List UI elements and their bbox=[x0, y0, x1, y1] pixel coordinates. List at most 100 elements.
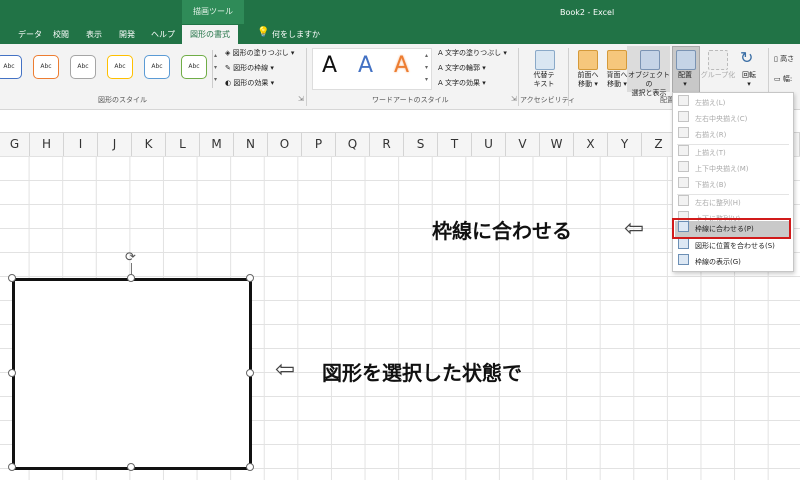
column-header[interactable]: Z bbox=[642, 133, 676, 156]
column-header[interactable]: V bbox=[506, 133, 540, 156]
column-header[interactable]: T bbox=[438, 133, 472, 156]
align-icon bbox=[676, 50, 696, 70]
column-header[interactable]: P bbox=[302, 133, 336, 156]
menu-item-align-left[interactable]: 左揃え(L) bbox=[675, 95, 791, 111]
tab-shape-format[interactable]: 図形の書式 bbox=[182, 25, 238, 44]
resize-handle[interactable] bbox=[246, 369, 254, 377]
align-menu: 左揃え(L) 左右中央揃え(C) 右揃え(R) 上揃え(T) 上下中央揃え(M)… bbox=[672, 92, 794, 272]
resize-handle[interactable] bbox=[127, 463, 135, 471]
send-backward-icon bbox=[607, 50, 627, 70]
group-separator bbox=[518, 48, 519, 106]
resize-handle[interactable] bbox=[127, 274, 135, 282]
menu-item-view-gridlines[interactable]: 枠線の表示(G) bbox=[675, 254, 791, 270]
distribute-horizontal-icon bbox=[678, 195, 689, 206]
column-header[interactable]: R bbox=[370, 133, 404, 156]
dialog-launcher-icon[interactable]: ⇲ bbox=[298, 95, 304, 103]
menu-item-align-center[interactable]: 左右中央揃え(C) bbox=[675, 111, 791, 127]
group-button[interactable]: グループ化 bbox=[700, 71, 736, 80]
tell-me-search[interactable]: 何をしますか bbox=[272, 25, 320, 44]
arrow-icon: ⇦ bbox=[624, 214, 645, 242]
pen-icon: ✎ bbox=[225, 64, 231, 72]
menu-item-align-middle[interactable]: 上下中央揃え(M) bbox=[675, 161, 791, 177]
resize-handle[interactable] bbox=[8, 274, 16, 282]
column-header[interactable]: O bbox=[268, 133, 302, 156]
menu-item-distribute-horizontally[interactable]: 左右に整列(H) bbox=[675, 195, 791, 211]
align-middle-icon bbox=[678, 161, 689, 172]
shape-style-1[interactable]: Abc bbox=[0, 55, 22, 79]
tab-developer[interactable]: 開発 bbox=[119, 25, 135, 44]
dialog-launcher-icon[interactable]: ⇲ bbox=[511, 95, 517, 103]
rotate-icon: ↻ bbox=[740, 48, 754, 67]
shape-outline-button[interactable]: ✎ 図形の枠線 ▾ bbox=[225, 63, 274, 73]
arrow-icon: ⇦ bbox=[275, 355, 296, 383]
selection-pane-button[interactable]: オブジェクトの 選択と表示 bbox=[627, 71, 671, 98]
width-icon: ▭ bbox=[774, 75, 781, 83]
align-button[interactable]: 配置 ▾ bbox=[672, 71, 698, 89]
column-header[interactable]: L bbox=[166, 133, 200, 156]
align-center-icon bbox=[678, 111, 689, 122]
selection-pane-icon bbox=[640, 50, 660, 70]
wordart-style-2[interactable]: A bbox=[358, 53, 373, 78]
column-header[interactable]: H bbox=[30, 133, 64, 156]
align-top-icon bbox=[678, 145, 689, 156]
alt-text-button[interactable]: 代替テ キスト bbox=[526, 71, 562, 89]
column-header[interactable]: G bbox=[0, 133, 30, 156]
shape-style-4[interactable]: Abc bbox=[107, 55, 133, 79]
menu-item-align-top[interactable]: 上揃え(T) bbox=[675, 145, 791, 161]
column-header[interactable]: J bbox=[98, 133, 132, 156]
align-right-icon bbox=[678, 127, 689, 138]
wordart-gallery-scroll[interactable]: ▴ ▾ ▾ bbox=[425, 50, 428, 86]
menu-item-align-right[interactable]: 右揃え(R) bbox=[675, 127, 791, 143]
tab-view[interactable]: 表示 bbox=[86, 25, 102, 44]
text-outline-icon: A bbox=[438, 64, 443, 72]
resize-handle[interactable] bbox=[246, 463, 254, 471]
column-header[interactable]: I bbox=[64, 133, 98, 156]
height-field[interactable]: ▯ 高さ bbox=[774, 54, 794, 64]
resize-handle[interactable] bbox=[246, 274, 254, 282]
annotation-select-shape: 図形を選択した状態で bbox=[322, 361, 522, 385]
column-header[interactable]: Q bbox=[336, 133, 370, 156]
wordart-style-1[interactable]: A bbox=[322, 53, 337, 78]
column-header[interactable]: S bbox=[404, 133, 438, 156]
tab-review[interactable]: 校閲 bbox=[53, 25, 69, 44]
text-effects-icon: A bbox=[438, 79, 443, 87]
highlight-box bbox=[672, 218, 791, 239]
rotate-button[interactable]: 回転 ▾ bbox=[736, 71, 762, 89]
wordart-style-3[interactable]: A bbox=[394, 53, 409, 78]
shape-effects-button[interactable]: ◐ 図形の効果 ▾ bbox=[225, 78, 274, 88]
rectangle-shape[interactable] bbox=[12, 278, 252, 470]
gallery-scroll[interactable]: ▴ ▾ ▾ bbox=[212, 50, 222, 88]
tab-help[interactable]: ヘルプ bbox=[151, 25, 175, 44]
document-title: Book2 - Excel bbox=[560, 8, 615, 17]
text-fill-button[interactable]: A 文字の塗りつぶし ▾ bbox=[438, 48, 507, 58]
column-header[interactable]: K bbox=[132, 133, 166, 156]
shape-style-2[interactable]: Abc bbox=[33, 55, 59, 79]
shape-style-6[interactable]: Abc bbox=[181, 55, 207, 79]
text-fill-icon: A bbox=[438, 49, 443, 57]
column-header[interactable]: M bbox=[200, 133, 234, 156]
menu-item-snap-to-shape[interactable]: 図形に位置を合わせる(S) bbox=[675, 238, 791, 254]
column-header[interactable]: N bbox=[234, 133, 268, 156]
align-left-icon bbox=[678, 95, 689, 106]
annotation-snap-to-grid: 枠線に合わせる bbox=[432, 219, 572, 243]
group-separator bbox=[306, 48, 307, 106]
width-field[interactable]: ▭ 幅: bbox=[774, 74, 792, 84]
text-outline-button[interactable]: A 文字の輪郭 ▾ bbox=[438, 63, 486, 73]
tab-data[interactable]: データ bbox=[18, 25, 42, 44]
shape-fill-button[interactable]: ◈ 図形の塗りつぶし ▾ bbox=[225, 48, 294, 58]
column-header[interactable]: W bbox=[540, 133, 574, 156]
resize-handle[interactable] bbox=[8, 463, 16, 471]
bring-forward-button[interactable]: 前面へ 移動 ▾ bbox=[572, 71, 604, 89]
column-header[interactable]: X bbox=[574, 133, 608, 156]
shape-style-3[interactable]: Abc bbox=[70, 55, 96, 79]
text-effects-button[interactable]: A 文字の効果 ▾ bbox=[438, 78, 486, 88]
column-header[interactable]: Y bbox=[608, 133, 642, 156]
resize-handle[interactable] bbox=[8, 369, 16, 377]
column-header[interactable]: U bbox=[472, 133, 506, 156]
gridlines-icon bbox=[678, 254, 689, 265]
align-bottom-icon bbox=[678, 177, 689, 188]
shape-style-5[interactable]: Abc bbox=[144, 55, 170, 79]
bring-forward-icon bbox=[578, 50, 598, 70]
menu-item-align-bottom[interactable]: 下揃え(B) bbox=[675, 177, 791, 193]
snap-to-shape-icon bbox=[678, 238, 689, 249]
